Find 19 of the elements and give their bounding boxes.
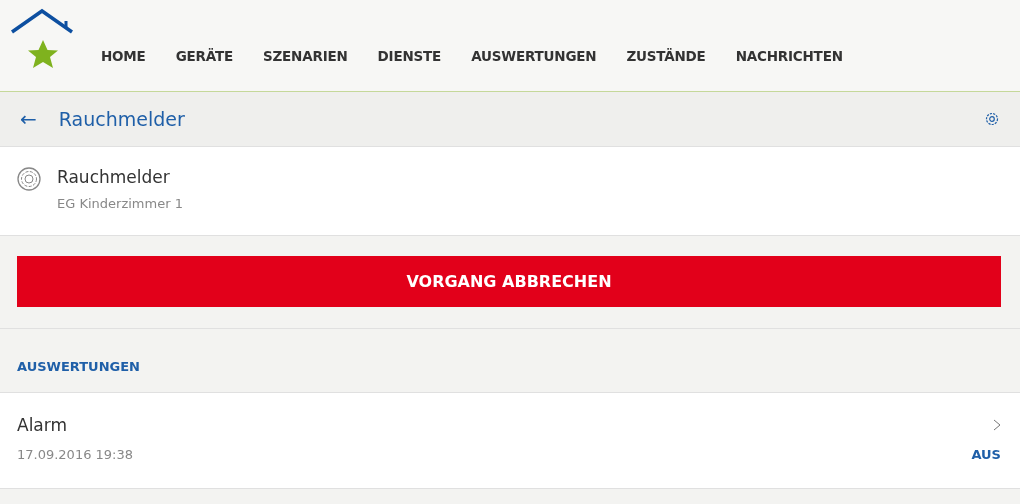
page-title: Rauchmelder xyxy=(58,108,186,130)
nav-link[interactable]: SZENARIEN xyxy=(248,48,363,64)
entry-value: AUS xyxy=(971,447,1001,462)
device-name: Rauchmelder xyxy=(57,167,171,187)
device-room: EG Kinderzimmer 1 xyxy=(57,196,183,211)
back-button[interactable]: ← xyxy=(14,107,43,131)
history-entry[interactable]: Alarm 17.09.2016 19:38 AUS xyxy=(0,393,1020,489)
smoke-detector-icon xyxy=(17,167,41,191)
entry-name: Alarm xyxy=(17,415,68,435)
chevron-right-icon xyxy=(993,419,1001,431)
entry-timestamp: 17.09.2016 19:38 xyxy=(17,447,134,462)
nav-link[interactable]: ZUSTÄNDE xyxy=(611,48,721,64)
settings-icon[interactable] xyxy=(984,111,1000,127)
nav-link[interactable]: GERÄTE xyxy=(160,48,248,64)
cancel-button[interactable]: VORGANG ABBRECHEN xyxy=(17,256,1001,307)
nav-link[interactable]: NACHRICHTEN xyxy=(720,48,858,64)
nav-link[interactable]: DIENSTE xyxy=(362,48,457,64)
nav-link[interactable]: AUSWERTUNGEN xyxy=(456,48,612,64)
nav-link[interactable]: HOME xyxy=(86,48,161,64)
